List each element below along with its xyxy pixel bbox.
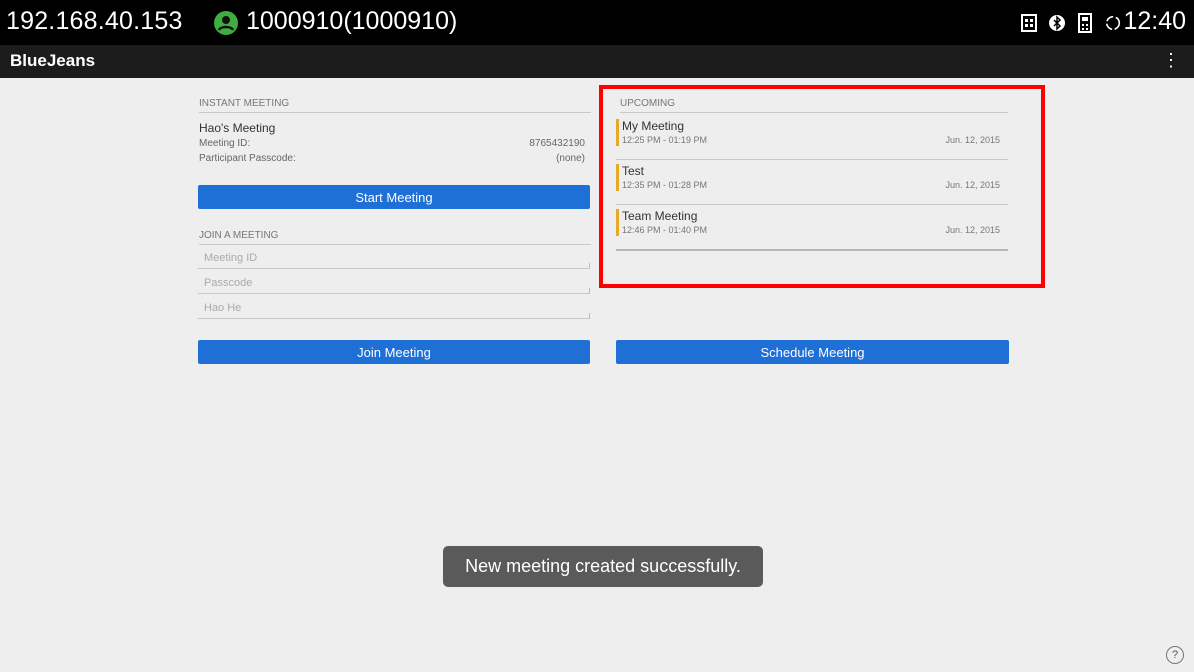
- instant-meeting-label: INSTANT MEETING: [199, 98, 591, 113]
- app-title: BlueJeans: [10, 51, 96, 70]
- instant-meeting-title: Hao's Meeting: [199, 121, 276, 135]
- name-field[interactable]: Hao He: [198, 297, 590, 319]
- ip-address: 192.168.40.153: [6, 7, 183, 35]
- join-meeting-label: JOIN A MEETING: [199, 230, 591, 245]
- status-bar: 192.168.40.153 1000910(1000910) 12:40: [0, 0, 1194, 45]
- overflow-menu-icon[interactable]: ⋮: [1162, 51, 1180, 69]
- passcode-value: (none): [556, 153, 585, 164]
- schedule-meeting-button[interactable]: Schedule Meeting: [616, 340, 1009, 364]
- meeting-id-field[interactable]: Meeting ID: [198, 247, 590, 269]
- meeting-id-value: 8765432190: [529, 138, 585, 149]
- account-number: 1000910(1000910): [246, 7, 458, 35]
- passcode-field[interactable]: Passcode: [198, 272, 590, 294]
- status-icons: [1020, 12, 1122, 34]
- sync-icon: [1104, 13, 1122, 33]
- bluetooth-icon: [1048, 13, 1066, 33]
- contacts-book-icon: [1020, 13, 1038, 33]
- start-meeting-button[interactable]: Start Meeting: [198, 185, 590, 209]
- app-bar: BlueJeans ⋮: [0, 45, 1194, 78]
- clock: 12:40: [1123, 7, 1186, 35]
- meeting-id-label: Meeting ID:: [199, 138, 251, 149]
- toast-message: New meeting created successfully.: [443, 546, 763, 587]
- passcode-label: Participant Passcode:: [199, 153, 296, 164]
- user-status-icon: [214, 11, 238, 35]
- join-meeting-button[interactable]: Join Meeting: [198, 340, 590, 364]
- upcoming-highlight-box: [599, 85, 1045, 288]
- dialpad-icon: [1076, 13, 1094, 33]
- help-icon[interactable]: ?: [1166, 646, 1184, 664]
